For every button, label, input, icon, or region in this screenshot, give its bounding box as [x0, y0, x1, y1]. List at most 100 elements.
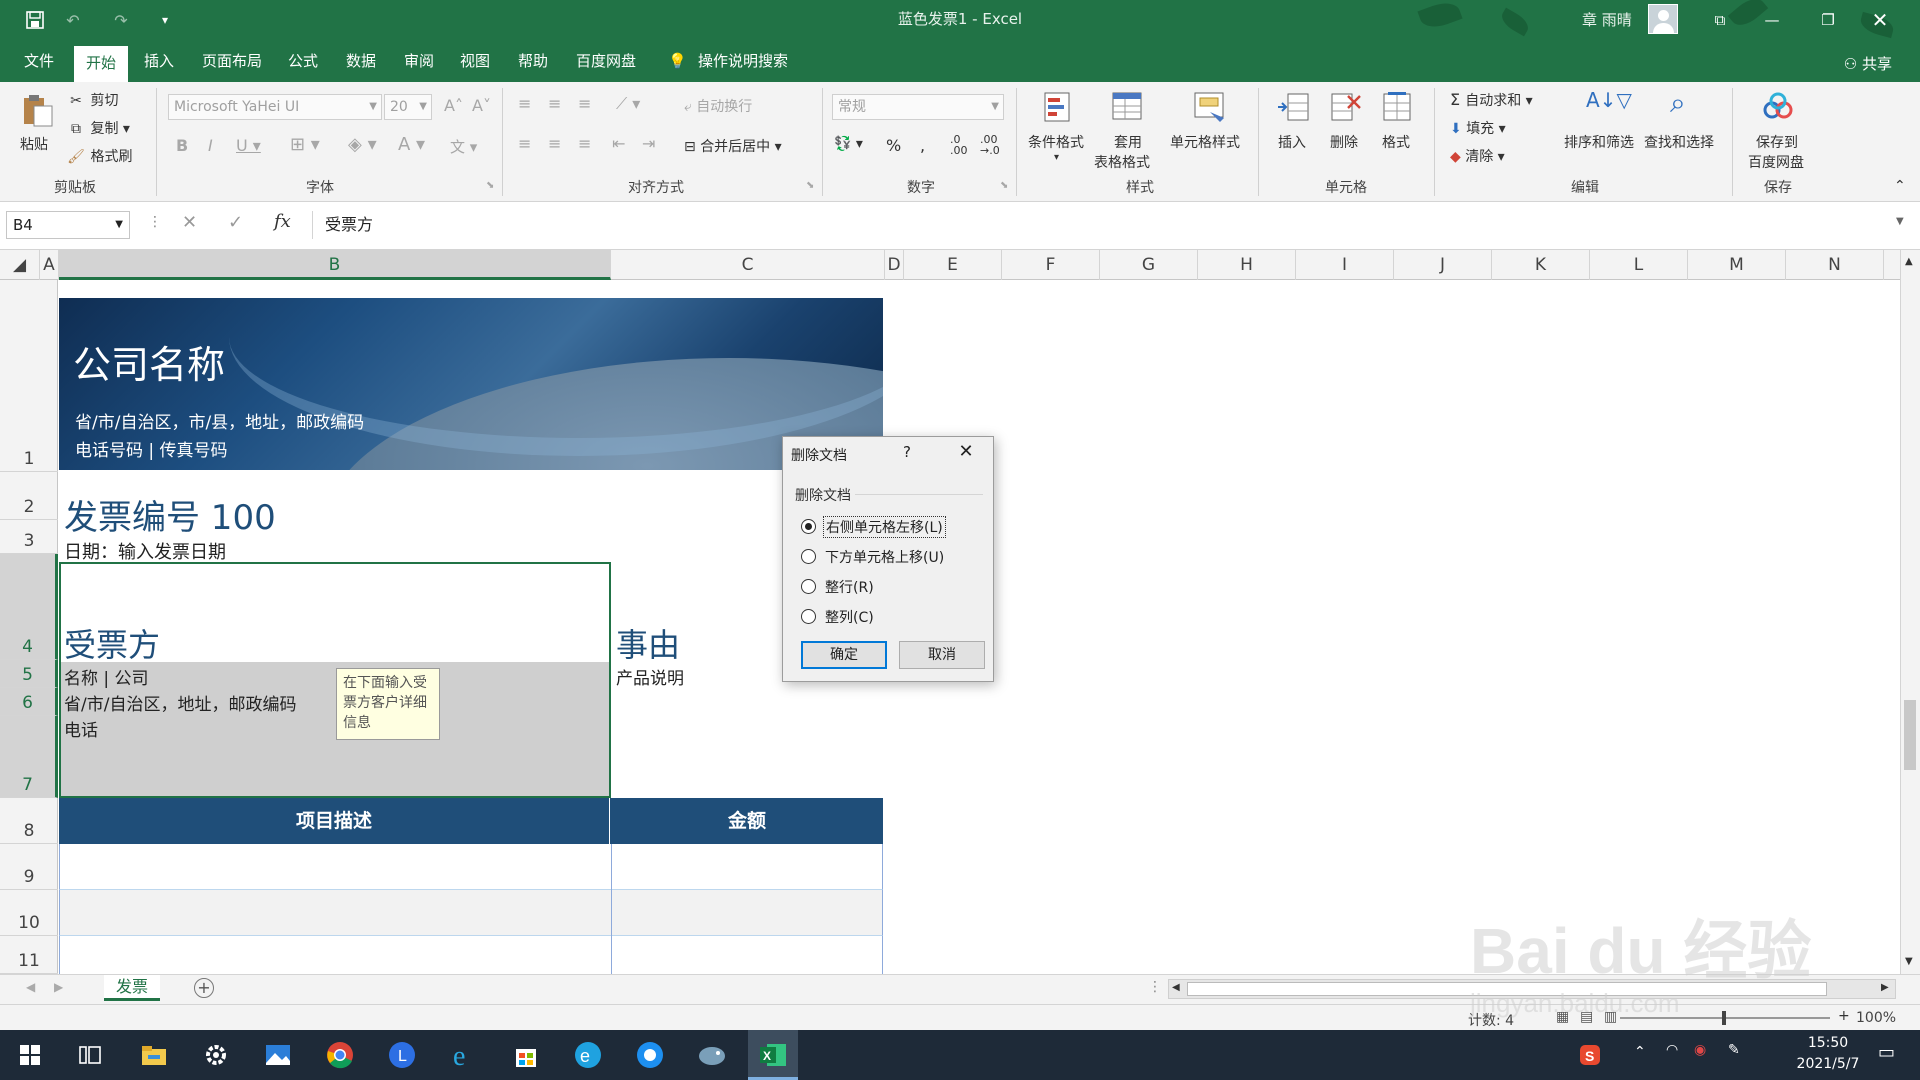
radio-dot[interactable] [801, 609, 816, 624]
dialog-launcher-icon[interactable]: ⬊ [1000, 180, 1008, 191]
row-header-4[interactable]: 4 [0, 554, 58, 660]
clear-button[interactable]: ◆ 清除 ▾ [1450, 146, 1505, 166]
table-row[interactable] [59, 844, 883, 890]
insert-cells-button[interactable]: 插入 [1270, 86, 1318, 174]
ie-browser-icon[interactable]: e [448, 1039, 480, 1071]
settings-gear-icon[interactable] [200, 1039, 232, 1071]
more-options-icon[interactable]: ⋮ [148, 214, 162, 230]
column-header-e[interactable]: E [904, 250, 1002, 280]
increase-font-icon[interactable]: A˄ [444, 96, 463, 115]
qq-browser-icon[interactable] [634, 1039, 666, 1071]
user-name[interactable]: 章 雨晴 [1582, 9, 1632, 30]
company-name[interactable]: 公司名称 [73, 334, 225, 389]
header-amount[interactable]: 金额 [611, 798, 883, 844]
row-header-1[interactable]: 1 [0, 280, 58, 472]
close-icon[interactable]: ✕ [953, 441, 979, 463]
invoice-number[interactable]: 发票编号 100 [64, 490, 276, 539]
cell-styles-button[interactable]: 单元格样式 [1168, 86, 1252, 174]
row-header-10[interactable]: 10 [0, 890, 58, 936]
ok-button[interactable]: 确定 [801, 641, 887, 669]
column-header-j[interactable]: J [1394, 250, 1492, 280]
column-header-a[interactable]: A [40, 250, 59, 280]
chrome-icon[interactable] [324, 1039, 356, 1071]
bold-icon[interactable]: B [176, 136, 188, 155]
sogou-input-icon[interactable]: S [1574, 1039, 1606, 1071]
radio-entire-column[interactable]: 整列(C) [801, 605, 987, 629]
table-row[interactable] [59, 890, 883, 936]
zoom-level[interactable]: 100% [1856, 1010, 1896, 1026]
dialog-launcher-icon[interactable]: ⬊ [806, 180, 814, 191]
borders-icon[interactable]: ⊞ ▾ [290, 134, 320, 155]
radio-dot[interactable] [801, 549, 816, 564]
column-header-i[interactable]: I [1296, 250, 1394, 280]
column-header-c[interactable]: C [611, 250, 885, 280]
radio-shift-up[interactable]: 下方单元格上移(U) [801, 545, 987, 569]
fill-button[interactable]: ⬇ 填充 ▾ [1450, 118, 1506, 138]
scroll-up-icon[interactable]: ▲ [1905, 256, 1913, 267]
save-to-baidu-button[interactable]: 保存到 百度网盘 [1740, 86, 1816, 174]
company-address[interactable]: 省/市/自治区，市/县，地址，邮政编码 [75, 408, 364, 433]
tray-expand-icon[interactable]: ⌃ [1634, 1044, 1646, 1060]
tab-page-layout[interactable]: 页面布局 [198, 49, 266, 73]
scrollbar-thumb[interactable] [1904, 700, 1916, 770]
insert-function-icon[interactable]: fx [274, 211, 291, 232]
row-header-2[interactable]: 2 [0, 472, 58, 520]
tell-me-search[interactable]: 操作说明搜索 [694, 49, 792, 73]
column-header-l[interactable]: L [1590, 250, 1688, 280]
phonetic-icon[interactable]: 文 ▾ [450, 136, 477, 157]
decrease-font-icon[interactable]: A˅ [472, 96, 491, 115]
row-header-8[interactable]: 8 [0, 798, 58, 844]
row-header-6[interactable]: 6 [0, 688, 58, 716]
column-header-m[interactable]: M [1688, 250, 1786, 280]
column-header-b[interactable]: B [59, 250, 611, 280]
select-all-corner[interactable]: ◢ [0, 250, 40, 280]
format-as-table-button[interactable]: 套用 表格格式 [1092, 86, 1166, 174]
confirm-entry-icon[interactable]: ✓ [228, 212, 243, 233]
formula-input[interactable]: 受票方 [312, 211, 1896, 239]
align-center-icon[interactable]: ≡ [548, 134, 561, 153]
network-icon[interactable]: ◠ [1666, 1042, 1678, 1058]
autosum-button[interactable]: Σ 自动求和 ▾ [1450, 90, 1533, 110]
row-header-11[interactable]: 11 [0, 936, 58, 974]
cut-button[interactable]: ✂ 剪切 [66, 90, 118, 110]
share-button[interactable]: ⚇ 共享 [1844, 53, 1892, 74]
font-size-combo[interactable]: 20 ▼ [384, 94, 432, 120]
orientation-icon[interactable]: ⟋ ▾ [616, 94, 640, 114]
number-format-combo[interactable]: 常规 ▼ [832, 94, 1004, 120]
radio-dot[interactable] [801, 579, 816, 594]
file-explorer-icon[interactable] [138, 1039, 170, 1071]
scroll-left-icon[interactable]: ◀ [1172, 982, 1180, 993]
name-box[interactable]: B4 ▼ [6, 211, 130, 239]
column-header-n[interactable]: N [1786, 250, 1884, 280]
format-painter-button[interactable]: 🖌 格式刷 [66, 146, 132, 166]
row-header-5[interactable]: 5 [0, 660, 58, 688]
tab-baidu-netdisk[interactable]: 百度网盘 [572, 49, 640, 73]
font-name-combo[interactable]: Microsoft YaHei UI ▼ [168, 94, 382, 120]
currency-icon[interactable]: 💱 ▾ [834, 136, 863, 152]
collapse-ribbon-icon[interactable]: ⌃ [1894, 178, 1906, 194]
add-sheet-icon[interactable]: + [194, 978, 214, 998]
decrease-indent-icon[interactable]: ⇤ [612, 134, 625, 153]
vertical-scrollbar[interactable]: ▲ ▼ [1900, 250, 1920, 974]
tab-insert[interactable]: 插入 [140, 49, 178, 73]
tray-app-icon[interactable]: ◉ [1694, 1042, 1706, 1058]
delete-cells-button[interactable]: 删除 [1322, 86, 1370, 174]
ribbon-display-icon[interactable]: ⧉ [1700, 6, 1740, 34]
pen-icon[interactable]: ✎ [1728, 1042, 1740, 1058]
reason-title[interactable]: 事由 [616, 620, 680, 666]
radio-shift-left[interactable]: 右侧单元格左移(L) [801, 515, 987, 539]
tab-data[interactable]: 数据 [342, 49, 380, 73]
row-header-7[interactable]: 7 [0, 716, 58, 798]
split-handle-icon[interactable]: ⋮ [1148, 979, 1162, 995]
align-right-icon[interactable]: ≡ [578, 134, 591, 153]
table-row[interactable] [59, 936, 883, 974]
notification-icon[interactable]: ▭ [1878, 1042, 1895, 1063]
column-header-g[interactable]: G [1100, 250, 1198, 280]
align-bottom-icon[interactable]: ≡ [578, 94, 591, 113]
align-top-icon[interactable]: ≡ [518, 94, 531, 113]
store-icon[interactable] [510, 1039, 542, 1071]
column-header-k[interactable]: K [1492, 250, 1590, 280]
sheet-tab-invoice[interactable]: 发票 [104, 975, 160, 1001]
clock-date[interactable]: 2021/5/7 [1788, 1056, 1868, 1072]
row-header-3[interactable]: 3 [0, 520, 58, 554]
